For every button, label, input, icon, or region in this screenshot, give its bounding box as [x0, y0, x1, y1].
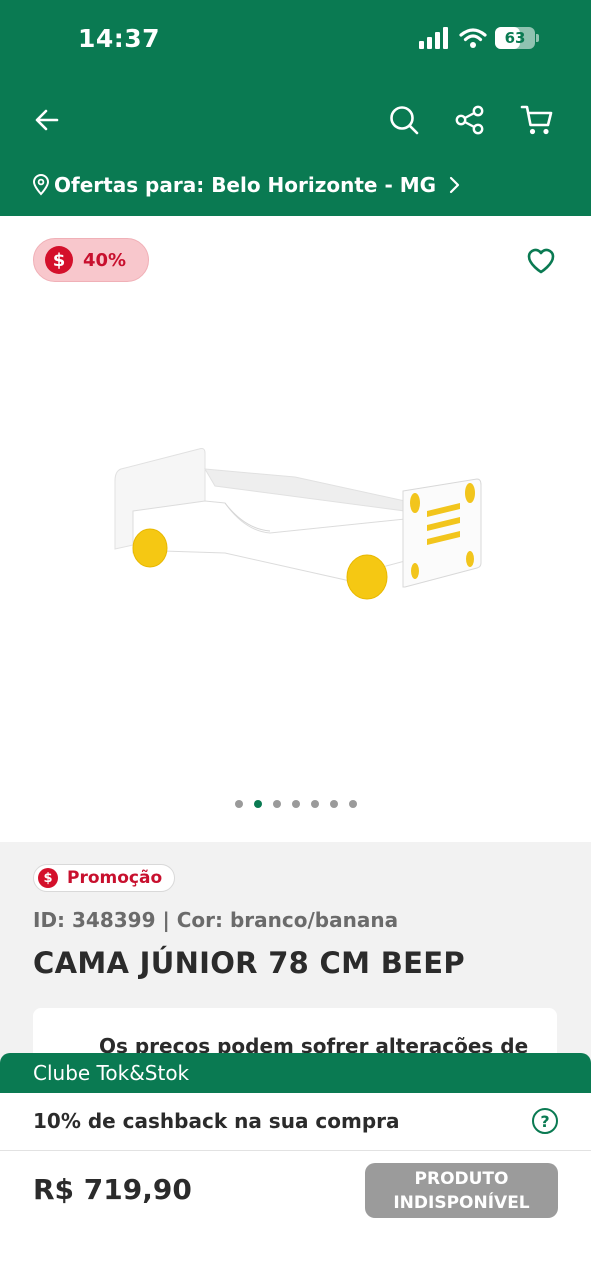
app-header: 14:37 63 Ofertas para: Belo Horizonte - …	[0, 0, 591, 216]
status-icons: 63	[419, 27, 539, 49]
product-price: R$ 719,90	[33, 1173, 192, 1206]
gallery-dot[interactable]	[272, 800, 281, 808]
battery-percent: 63	[504, 29, 526, 47]
unavailable-button[interactable]: PRODUTO INDISPONÍVEL	[365, 1163, 558, 1218]
product-image	[114, 448, 482, 600]
gallery-dot[interactable]	[234, 800, 243, 808]
cashback-row: 10% de cashback na sua compra ?	[0, 1093, 591, 1151]
location-pin-icon	[32, 174, 50, 196]
help-icon[interactable]: ?	[532, 1108, 558, 1134]
dollar-icon: $	[45, 246, 73, 274]
wifi-icon	[459, 28, 487, 48]
purchase-sheet: Clube Tok&Stok 10% de cashback na sua co…	[0, 1053, 591, 1280]
gallery-dot[interactable]	[291, 800, 300, 808]
gallery-dot[interactable]	[253, 800, 262, 808]
cart-button[interactable]	[516, 99, 558, 141]
status-bar: 14:37 63	[0, 0, 591, 80]
status-time: 14:37	[78, 24, 161, 53]
location-label: Ofertas para: Belo Horizonte - MG	[54, 173, 437, 197]
search-icon	[390, 106, 419, 135]
product-title: CAMA JÚNIOR 78 CM BEEP	[33, 946, 465, 980]
promo-label: Promoção	[67, 868, 163, 888]
gallery-dot[interactable]	[329, 800, 338, 808]
product-id-color: ID: 348399 | Cor: branco/banana	[33, 908, 399, 932]
cashback-text: 10% de cashback na sua compra	[33, 1109, 400, 1133]
nav-bar	[0, 95, 591, 145]
back-button[interactable]	[26, 99, 68, 141]
discount-badge: $ 40%	[33, 238, 149, 282]
product-gallery[interactable]: $ 40%	[0, 216, 591, 842]
battery-icon: 63	[495, 27, 535, 49]
arrow-left-icon	[35, 109, 59, 131]
cart-icon	[520, 105, 553, 135]
gallery-pagination[interactable]	[0, 800, 591, 808]
search-button[interactable]	[383, 99, 425, 141]
share-icon	[455, 105, 484, 135]
price-row: R$ 719,90 PRODUTO INDISPONÍVEL	[0, 1151, 591, 1280]
chevron-right-icon	[449, 176, 460, 194]
share-button[interactable]	[449, 99, 491, 141]
favorite-button[interactable]	[522, 242, 560, 280]
club-header: Clube Tok&Stok	[0, 1053, 591, 1093]
gallery-dot[interactable]	[310, 800, 319, 808]
gallery-dot[interactable]	[348, 800, 357, 808]
location-selector[interactable]: Ofertas para: Belo Horizonte - MG	[32, 170, 462, 200]
battery-tip	[536, 34, 539, 42]
promo-badge: $ Promoção	[33, 864, 176, 892]
dollar-icon: $	[38, 868, 58, 888]
heart-icon	[527, 248, 555, 274]
discount-value: 40%	[83, 249, 127, 271]
signal-icon	[419, 27, 448, 49]
